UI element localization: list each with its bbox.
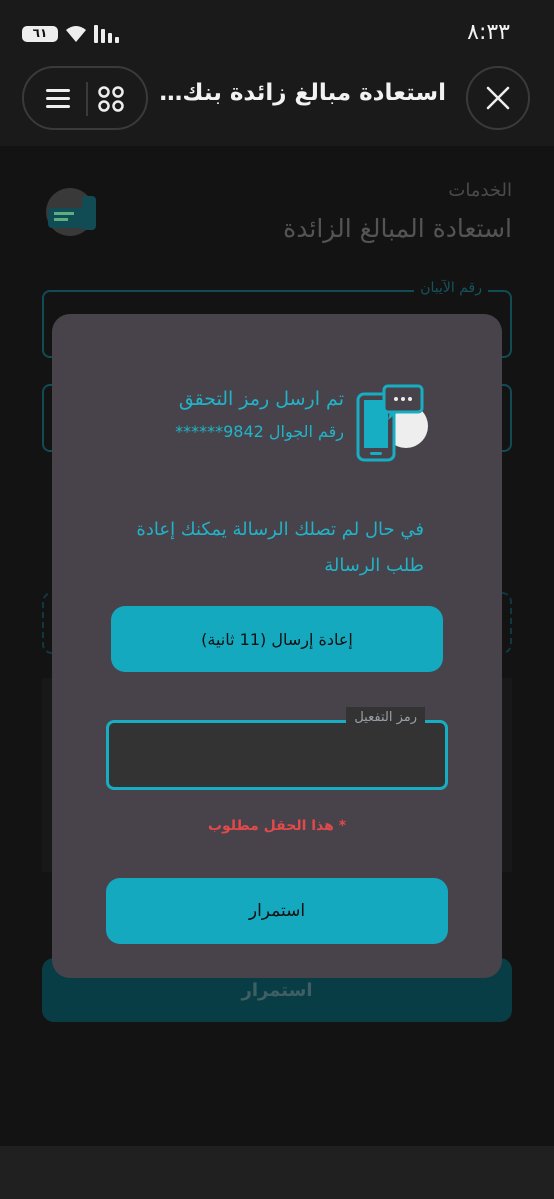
hamburger-menu-icon[interactable] [46,88,70,110]
resend-button[interactable]: إعادة إرسال (11 ثانية) [111,606,443,672]
app-header: استعادة مبالغ زائدة بنك الراجحي [0,62,554,146]
header-title: استعادة مبالغ زائدة بنك الراجحي [156,80,446,106]
continue-button[interactable]: استمرار [106,878,448,944]
resend-hint: في حال لم تصلك الرسالة يمكنك إعادة طلب ا… [136,519,424,576]
wifi-icon [66,26,86,42]
sent-phone: رقم الجوال 9842****** [175,422,344,441]
activation-code-label: رمز التفعيل [346,707,425,728]
required-error: * هذا الحقل مطلوب [207,818,347,834]
activation-code-field[interactable]: رمز التفعيل [106,707,448,790]
close-icon [486,86,510,110]
signal-icon [94,25,119,43]
battery-level: ٦١ [32,26,48,40]
status-bar: ٦١ ٨:٣٣ [0,0,554,62]
sent-title: تم ارسل رمز التحقق [178,388,344,410]
activation-code-input[interactable] [109,723,445,787]
pill-divider [86,82,88,116]
phone-message-icon [356,384,428,462]
apps-grid-icon[interactable] [98,86,124,112]
menu-pill [22,66,148,130]
status-time: ٨:٣٣ [467,20,510,45]
bottom-bar [0,1146,554,1199]
otp-modal: تم ارسل رمز التحقق رقم الجوال 9842******… [52,314,502,978]
close-button[interactable] [466,66,530,130]
battery-icon: ٦١ [22,26,58,42]
